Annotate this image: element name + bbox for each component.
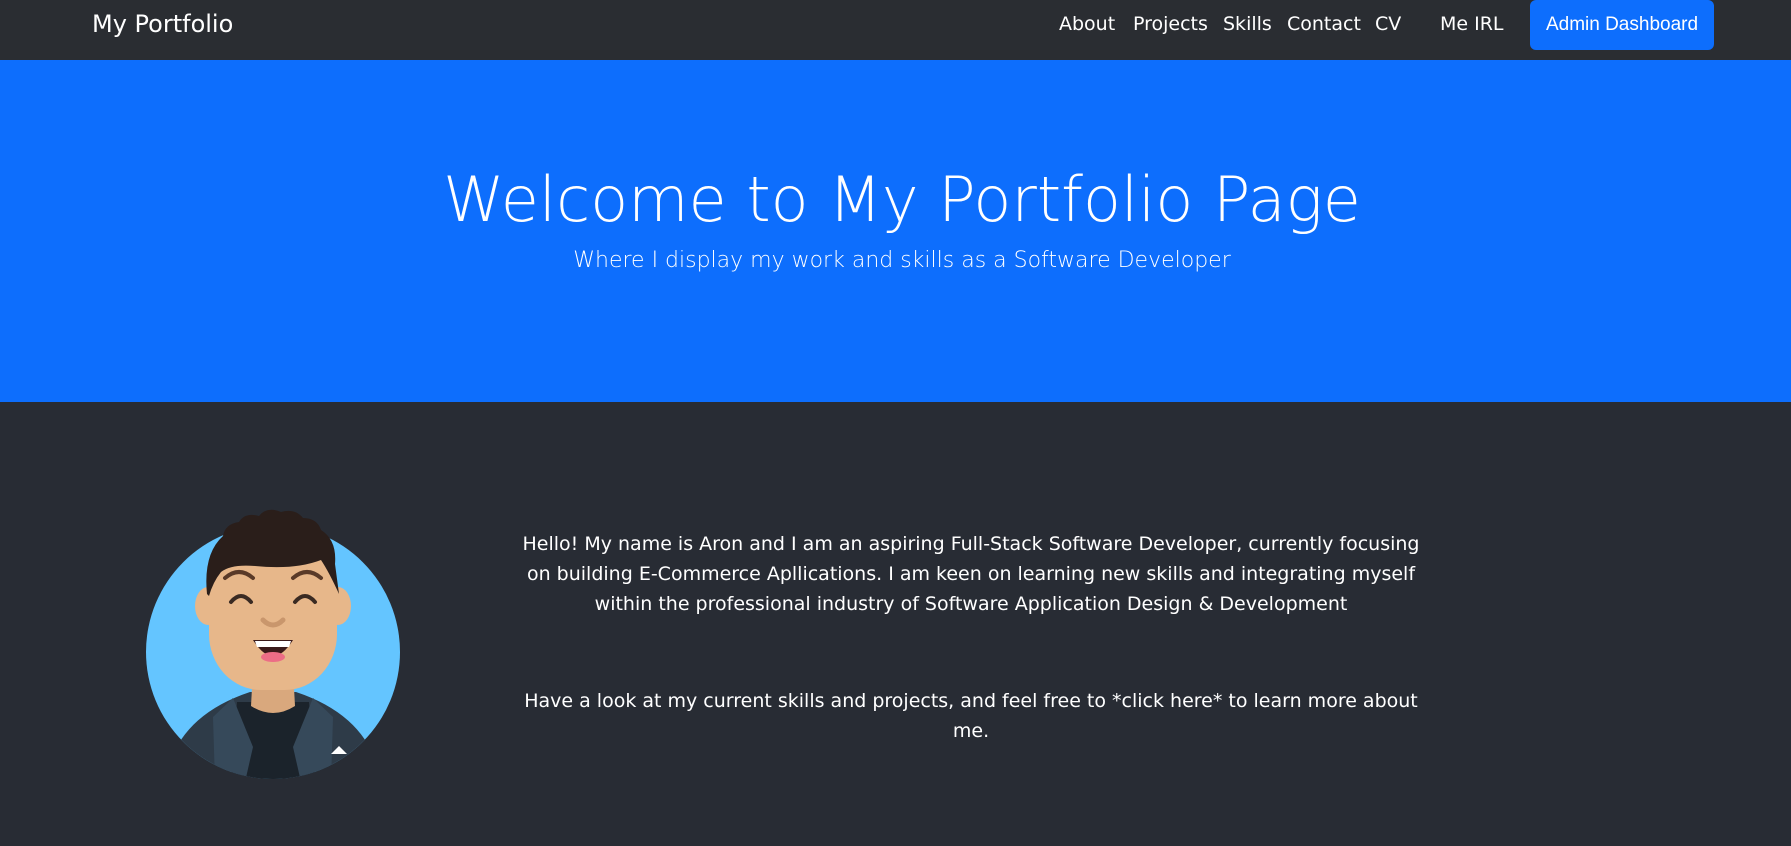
navbar: My Portfolio About Projects Skills Conta…	[0, 0, 1791, 60]
admin-dashboard-button[interactable]: Admin Dashboard	[1530, 0, 1714, 50]
nav-link-about[interactable]: About	[1059, 13, 1115, 35]
hero-banner: Welcome to My Portfolio Page Where I dis…	[0, 60, 1791, 402]
nav-link-skills[interactable]: Skills	[1223, 13, 1272, 35]
about-intro: Hello! My name is Aron and I am an aspir…	[522, 533, 1420, 615]
hero-subtitle: Where I display my work and skills as a …	[573, 248, 1231, 273]
about-cta: Have a look at my current skills and pro…	[524, 690, 1418, 742]
nav-link-projects[interactable]: Projects	[1133, 13, 1208, 35]
nav-link-contact[interactable]: Contact	[1287, 13, 1361, 35]
about-section: Hello! My name is Aron and I am an aspir…	[0, 402, 1791, 846]
hero-title: Welcome to My Portfolio Page	[443, 163, 1361, 236]
brand-link[interactable]: My Portfolio	[92, 10, 233, 38]
about-text: Hello! My name is Aron and I am an aspir…	[520, 529, 1422, 746]
nav-link-me-irl[interactable]: Me IRL	[1440, 13, 1504, 35]
avatar	[146, 509, 400, 779]
nav-link-cv[interactable]: CV	[1375, 13, 1401, 35]
